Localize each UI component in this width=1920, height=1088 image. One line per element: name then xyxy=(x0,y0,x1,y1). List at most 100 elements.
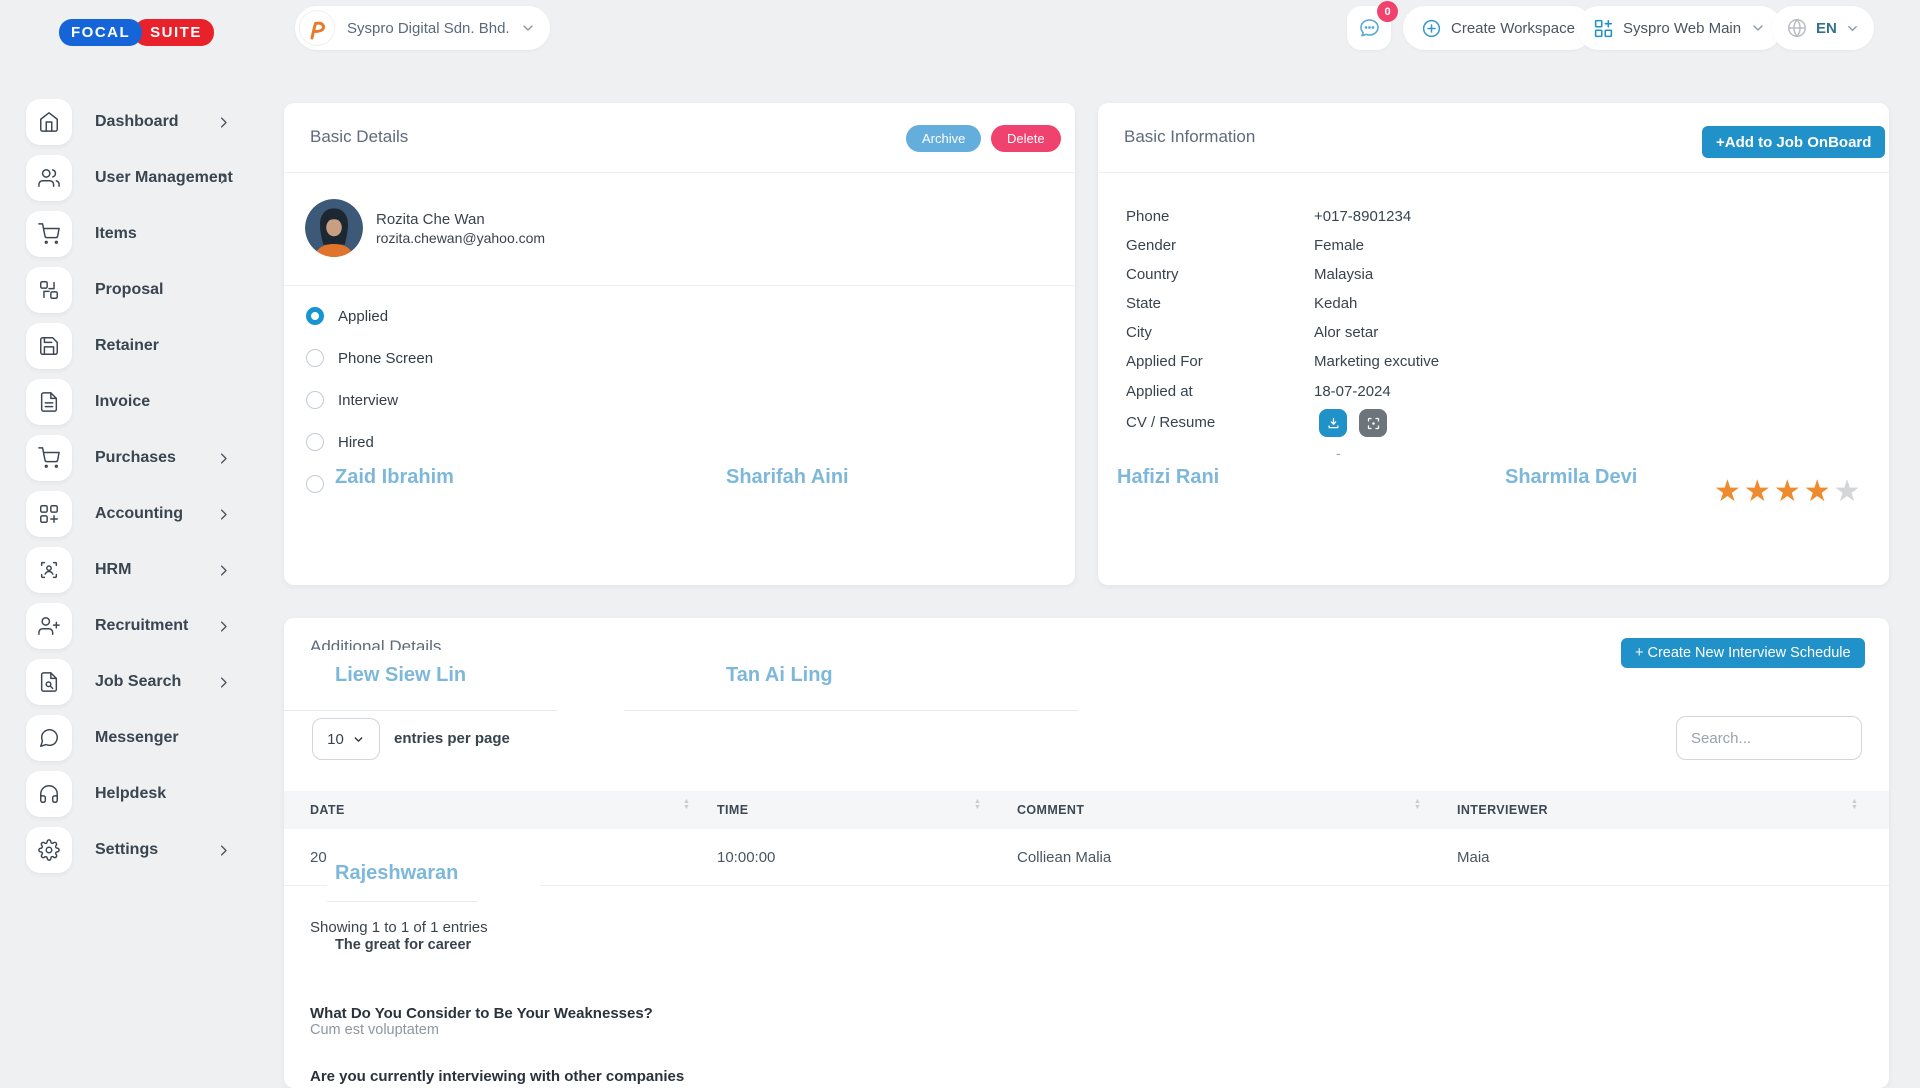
cv-download-button[interactable] xyxy=(1319,409,1347,437)
sidebar-item-retainer[interactable]: Retainer xyxy=(0,318,255,374)
sidebar-item-hrm[interactable]: HRM xyxy=(0,542,255,598)
sidebar: Dashboard User Management Items Proposal… xyxy=(0,94,255,878)
candidate-link-sharmila-devi[interactable]: Sharmila Devi xyxy=(1505,466,1637,489)
status-radio-phone-screen[interactable]: Phone Screen xyxy=(306,349,433,367)
grid-plus-icon xyxy=(26,491,72,537)
chevron-down-icon xyxy=(1750,20,1766,36)
chevron-down-icon xyxy=(352,733,365,746)
star-filled-icon[interactable] xyxy=(1744,475,1774,508)
sort-icon[interactable]: ▲▼ xyxy=(683,799,690,811)
chevron-right-icon xyxy=(216,619,231,634)
sort-icon[interactable]: ▲▼ xyxy=(1851,799,1858,811)
gear-icon xyxy=(26,827,72,873)
create-interview-schedule-button[interactable]: + Create New Interview Schedule xyxy=(1621,638,1865,668)
search-input[interactable] xyxy=(1676,716,1862,760)
users-icon xyxy=(26,155,72,201)
candidate-avatar xyxy=(305,199,363,257)
radio-icon[interactable] xyxy=(306,433,324,451)
sidebar-item-proposal[interactable]: Proposal xyxy=(0,262,255,318)
other-companies-question: Are you currently interviewing with othe… xyxy=(310,1068,684,1085)
basic-information-header: Basic Information +Add to Job OnBoard xyxy=(1098,103,1889,173)
column-header-date[interactable]: DATE xyxy=(310,803,345,817)
radio-icon[interactable] xyxy=(306,391,324,409)
sidebar-item-label: Retainer xyxy=(95,337,159,355)
sort-icon[interactable]: ▲▼ xyxy=(974,799,981,811)
star-filled-icon[interactable] xyxy=(1714,475,1744,508)
sidebar-item-helpdesk[interactable]: Helpdesk xyxy=(0,766,255,822)
field-value: Kedah xyxy=(1314,295,1357,312)
field-value: +017-8901234 xyxy=(1314,208,1411,225)
chat-dots-icon xyxy=(1357,16,1381,40)
sidebar-item-items[interactable]: Items xyxy=(0,206,255,262)
column-header-time[interactable]: TIME xyxy=(717,803,748,817)
radio-icon[interactable] xyxy=(306,349,324,367)
swap-squares-icon xyxy=(26,267,72,313)
language-selector[interactable]: EN xyxy=(1772,6,1874,50)
workspace-selector[interactable]: Syspro Web Main xyxy=(1577,6,1782,50)
star-filled-icon[interactable] xyxy=(1804,475,1834,508)
sidebar-item-accounting[interactable]: Accounting xyxy=(0,486,255,542)
field-label: Country xyxy=(1126,266,1179,283)
basic-details-title: Basic Details xyxy=(310,127,408,147)
field-label: Gender xyxy=(1126,237,1176,254)
expand-icon xyxy=(1366,416,1381,431)
weakness-answer: Cum est voluptatem xyxy=(310,1022,439,1038)
create-workspace-button[interactable]: Create Workspace xyxy=(1403,6,1593,50)
entries-per-page-select[interactable]: 10 xyxy=(312,718,380,760)
status-radio-interview[interactable]: Interview xyxy=(306,391,398,409)
basic-information-title: Basic Information xyxy=(1124,127,1255,147)
column-header-interviewer[interactable]: INTERVIEWER xyxy=(1457,803,1548,817)
field-value: Alor setar xyxy=(1314,324,1378,341)
star-filled-icon[interactable] xyxy=(1774,475,1804,508)
sidebar-item-user-management[interactable]: User Management xyxy=(0,150,255,206)
field-row-country: Country Malaysia xyxy=(1098,266,1889,286)
candidate-link-rajeshwaran[interactable]: Rajeshwaran xyxy=(335,862,458,885)
status-label: Interview xyxy=(338,392,398,409)
sidebar-item-label: Settings xyxy=(95,841,158,859)
radio-icon[interactable] xyxy=(306,475,324,493)
chevron-right-icon xyxy=(216,843,231,858)
showing-entries-text: Showing 1 to 1 of 1 entries xyxy=(310,919,488,936)
delete-button[interactable]: Delete xyxy=(991,125,1061,152)
chat-badge: 0 xyxy=(1377,1,1398,22)
sidebar-item-purchases[interactable]: Purchases xyxy=(0,430,255,486)
star-empty-icon[interactable] xyxy=(1834,475,1864,508)
candidate-name: Rozita Che Wan xyxy=(376,211,485,228)
save-icon xyxy=(26,323,72,369)
status-label: Applied xyxy=(338,308,388,325)
cv-empty-dash: - xyxy=(1336,445,1341,461)
column-header-comment[interactable]: COMMENT xyxy=(1017,803,1084,817)
chat-button[interactable]: 0 xyxy=(1347,6,1391,50)
status-radio-unlabeled[interactable] xyxy=(306,475,338,493)
candidate-link-liew-siew-lin[interactable]: Liew Siew Lin xyxy=(335,664,466,687)
sort-icon[interactable]: ▲▼ xyxy=(1414,799,1421,811)
add-to-job-onboard-button[interactable]: +Add to Job OnBoard xyxy=(1702,126,1885,158)
chevron-right-icon xyxy=(216,115,231,130)
status-radio-applied[interactable]: Applied xyxy=(306,307,388,325)
sidebar-item-invoice[interactable]: Invoice xyxy=(0,374,255,430)
career-note-text: The great for career xyxy=(335,937,471,953)
candidate-link-sharifah-aini[interactable]: Sharifah Aini xyxy=(726,466,849,489)
star-rating[interactable] xyxy=(1714,474,1864,509)
status-radio-hired[interactable]: Hired xyxy=(306,433,374,451)
sidebar-item-settings[interactable]: Settings xyxy=(0,822,255,878)
cv-expand-button[interactable] xyxy=(1359,409,1387,437)
logo-focal: FOCAL xyxy=(59,19,142,46)
sidebar-item-recruitment[interactable]: Recruitment xyxy=(0,598,255,654)
radio-selected-icon[interactable] xyxy=(306,307,324,325)
field-value: Female xyxy=(1314,237,1364,254)
candidate-link-zaid-ibrahim[interactable]: Zaid Ibrahim xyxy=(335,466,454,489)
headphones-icon xyxy=(26,771,72,817)
recruitment-candidate-page: { "brand": { "focal": "FOCAL", "suite": … xyxy=(0,0,1920,1080)
app-logo: FOCAL SUITE xyxy=(59,19,214,46)
candidate-email: rozita.chewan@yahoo.com xyxy=(376,230,545,246)
candidate-link-hafizi-rani[interactable]: Hafizi Rani xyxy=(1117,466,1219,489)
archive-button[interactable]: Archive xyxy=(906,125,981,152)
sidebar-item-job-search[interactable]: Job Search xyxy=(0,654,255,710)
company-selector[interactable]: Syspro Digital Sdn. Bhd. xyxy=(295,6,550,50)
candidate-link-tan-ai-ling[interactable]: Tan Ai Ling xyxy=(726,664,833,687)
field-row-phone: Phone +017-8901234 xyxy=(1098,208,1889,228)
sidebar-item-messenger[interactable]: Messenger xyxy=(0,710,255,766)
overlay-divider xyxy=(327,901,477,902)
sidebar-item-dashboard[interactable]: Dashboard xyxy=(0,94,255,150)
